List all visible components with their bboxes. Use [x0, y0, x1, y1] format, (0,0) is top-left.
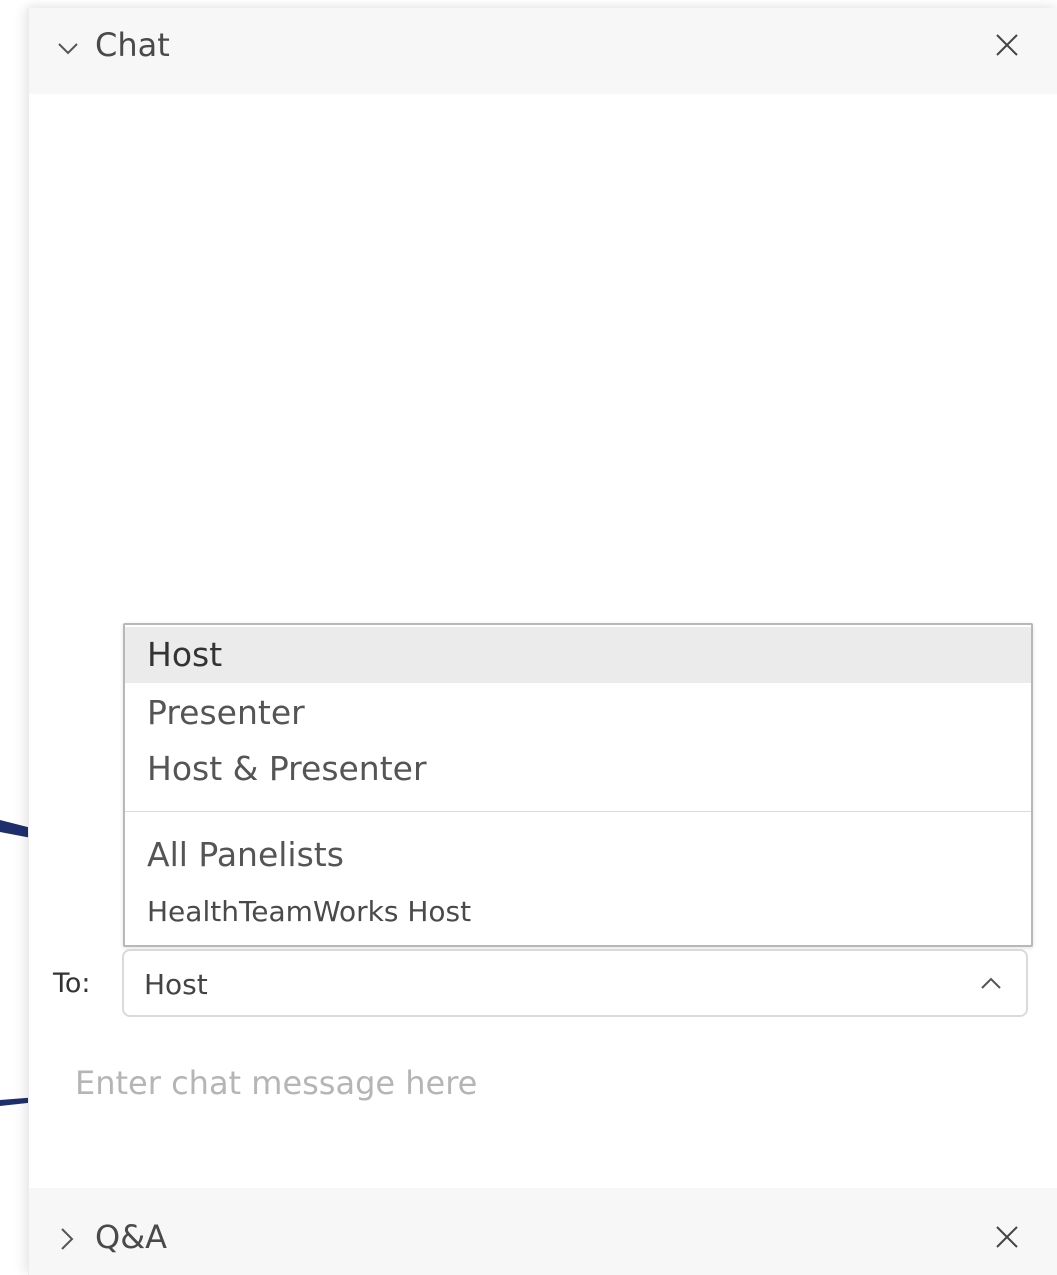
dropdown-option-healthteamworks-host[interactable]: HealthTeamWorks Host — [125, 887, 1031, 937]
dropdown-option-presenter[interactable]: Presenter — [125, 685, 1031, 741]
chat-panel-header[interactable]: Chat — [29, 8, 1057, 94]
dropdown-option-all-panelists[interactable]: All Panelists — [125, 827, 1031, 883]
to-label: To: — [53, 968, 91, 999]
close-icon[interactable] — [994, 32, 1020, 58]
chat-panel-title: Chat — [95, 26, 170, 64]
chat-message-input[interactable] — [75, 1058, 975, 1108]
qa-panel-header[interactable]: Q&A — [29, 1188, 1057, 1275]
close-icon[interactable] — [994, 1224, 1020, 1250]
dropdown-divider — [125, 811, 1031, 812]
qa-panel-title: Q&A — [95, 1218, 168, 1256]
recipient-dropdown-list: Host Presenter Host & Presenter All Pane… — [123, 623, 1033, 947]
chevron-up-icon[interactable] — [978, 973, 1004, 993]
chevron-down-icon[interactable] — [57, 34, 79, 64]
chevron-right-icon[interactable] — [57, 1224, 77, 1254]
recipient-select-value: Host — [144, 968, 208, 1001]
recipient-select[interactable]: Host — [122, 949, 1028, 1017]
dropdown-option-host-and-presenter[interactable]: Host & Presenter — [125, 741, 1031, 797]
dropdown-option-host[interactable]: Host — [125, 627, 1031, 683]
side-panel: Chat Host Presenter Host & Presenter All… — [28, 8, 1057, 1275]
